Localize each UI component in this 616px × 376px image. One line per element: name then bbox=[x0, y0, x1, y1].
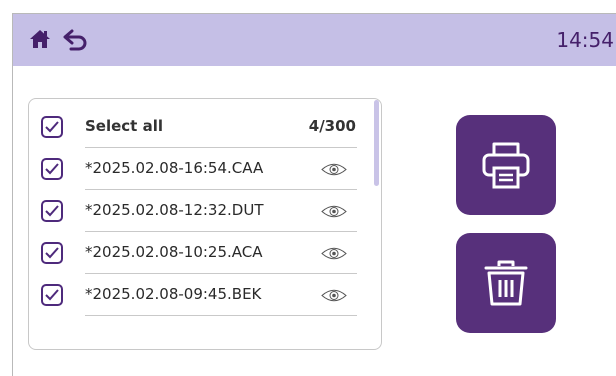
list-scrollbar[interactable] bbox=[374, 100, 379, 186]
print-button[interactable] bbox=[456, 115, 556, 215]
file-row[interactable]: *2025.02.08-12:32.DUT bbox=[29, 190, 383, 232]
home-button[interactable] bbox=[29, 28, 51, 50]
select-all-row[interactable]: Select all 4/300 bbox=[29, 106, 383, 148]
screen-frame: 14:54 Select all 4/300 *2025.02.08-16:54… bbox=[12, 13, 616, 376]
file-row[interactable]: *2025.02.08-09:45.BEK bbox=[29, 274, 383, 316]
check-icon bbox=[45, 205, 59, 217]
file-row[interactable]: *2025.02.08-10:25.ACA bbox=[29, 232, 383, 274]
check-icon bbox=[45, 247, 59, 259]
file-checkbox[interactable] bbox=[41, 200, 63, 222]
check-icon bbox=[45, 163, 59, 175]
file-name: *2025.02.08-10:25.ACA bbox=[85, 243, 263, 261]
top-bar: 14:54 bbox=[13, 14, 616, 66]
file-name: *2025.02.08-09:45.BEK bbox=[85, 285, 262, 303]
select-all-label: Select all bbox=[85, 117, 163, 135]
file-list: Select all 4/300 *2025.02.08-16:54.CAA *… bbox=[28, 98, 382, 350]
delete-button[interactable] bbox=[456, 233, 556, 333]
file-checkbox[interactable] bbox=[41, 242, 63, 264]
check-icon bbox=[45, 121, 59, 133]
file-name: *2025.02.08-16:54.CAA bbox=[85, 159, 264, 177]
clock: 14:54 bbox=[556, 28, 614, 52]
divider bbox=[85, 315, 357, 316]
trash-icon bbox=[484, 260, 528, 306]
file-count: 4/300 bbox=[308, 117, 356, 135]
eye-icon[interactable] bbox=[321, 246, 347, 261]
check-icon bbox=[45, 289, 59, 301]
file-checkbox[interactable] bbox=[41, 284, 63, 306]
file-checkbox[interactable] bbox=[41, 158, 63, 180]
eye-icon[interactable] bbox=[321, 204, 347, 219]
eye-icon[interactable] bbox=[321, 162, 347, 177]
file-row[interactable]: *2025.02.08-16:54.CAA bbox=[29, 148, 383, 190]
home-icon bbox=[30, 30, 50, 48]
printer-icon bbox=[482, 142, 530, 189]
eye-icon[interactable] bbox=[321, 288, 347, 303]
select-all-checkbox[interactable] bbox=[41, 116, 63, 138]
back-arrow-icon bbox=[63, 29, 87, 51]
file-name: *2025.02.08-12:32.DUT bbox=[85, 201, 264, 219]
back-button[interactable] bbox=[63, 27, 89, 51]
